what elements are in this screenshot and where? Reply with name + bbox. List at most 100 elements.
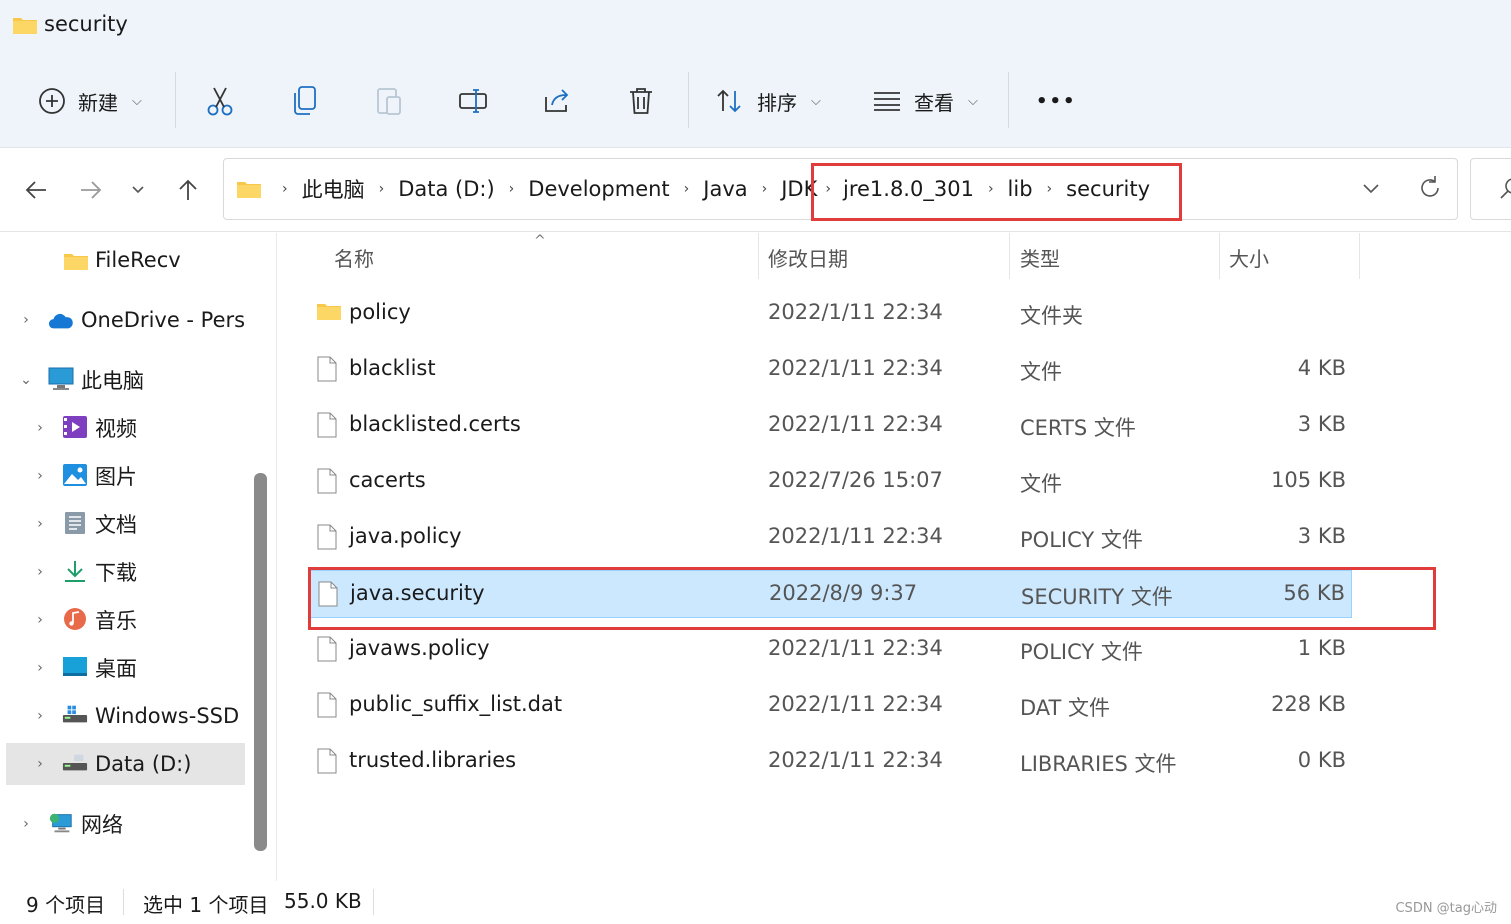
breadcrumb-item[interactable]: jre1.8.0_301 bbox=[843, 177, 974, 201]
list-view-icon bbox=[874, 92, 900, 111]
file-name: javaws.policy bbox=[349, 636, 490, 660]
delete-button[interactable] bbox=[627, 78, 655, 124]
breadcrumb-item[interactable]: JDK bbox=[781, 177, 817, 201]
more-options-button[interactable]: ••• bbox=[1036, 78, 1077, 124]
chevron-right-icon[interactable]: › bbox=[33, 612, 47, 628]
column-header-date[interactable]: 修改日期 bbox=[768, 233, 848, 281]
watermark: CSDN @tag心动 bbox=[1395, 901, 1497, 916]
view-button[interactable]: 查看 ⌵ bbox=[872, 78, 978, 124]
column-header-type[interactable]: 类型 bbox=[1020, 233, 1060, 281]
toolbar-divider bbox=[688, 72, 689, 128]
up-button[interactable] bbox=[170, 172, 206, 208]
table-row[interactable]: blacklisted.certs 2022/1/11 22:34 CERTS … bbox=[310, 402, 1352, 450]
chevron-right-icon[interactable]: › bbox=[988, 181, 994, 197]
chevron-right-icon[interactable]: › bbox=[33, 564, 47, 580]
file-type: 文件 bbox=[1020, 360, 1062, 384]
column-header-size[interactable]: 大小 bbox=[1229, 233, 1269, 281]
column-divider[interactable] bbox=[1009, 233, 1010, 279]
view-button-label: 查看 bbox=[914, 90, 954, 115]
search-input[interactable] bbox=[1470, 158, 1511, 220]
table-row[interactable]: blacklist 2022/1/11 22:34 文件 4 KB bbox=[310, 346, 1352, 394]
table-row[interactable]: policy 2022/1/11 22:34 文件夹 bbox=[310, 290, 1352, 338]
copy-button[interactable] bbox=[291, 78, 319, 124]
column-divider[interactable] bbox=[1359, 233, 1360, 279]
sidebar-item-documents[interactable]: › 文档 bbox=[6, 503, 245, 545]
refresh-button[interactable] bbox=[1417, 173, 1443, 207]
file-type: LIBRARIES 文件 bbox=[1020, 752, 1177, 776]
selection-count: 选中 1 个项目 bbox=[143, 893, 269, 917]
column-divider[interactable] bbox=[758, 233, 759, 279]
breadcrumb-item-current[interactable]: security bbox=[1066, 177, 1150, 201]
new-button[interactable]: 新建 ⌵ bbox=[38, 78, 142, 124]
share-button[interactable] bbox=[542, 78, 572, 124]
recent-locations-button[interactable] bbox=[120, 172, 156, 208]
table-row[interactable]: public_suffix_list.dat 2022/1/11 22:34 D… bbox=[310, 682, 1352, 730]
address-bar[interactable]: › 此电脑 › Data (D:) › Development › Java ›… bbox=[223, 158, 1458, 220]
chevron-right-icon[interactable]: › bbox=[19, 312, 33, 328]
rename-button[interactable] bbox=[458, 78, 488, 124]
sidebar-item-data-d[interactable]: › Data (D:) bbox=[6, 743, 245, 785]
sidebar-item-downloads[interactable]: › 下载 bbox=[6, 551, 245, 593]
table-row-selected[interactable]: java.security 2022/8/9 9:37 SECURITY 文件 … bbox=[310, 570, 1352, 618]
sidebar-item-label: OneDrive - Perso bbox=[81, 308, 245, 332]
chevron-right-icon[interactable]: › bbox=[825, 181, 831, 197]
sidebar-scrollbar[interactable] bbox=[254, 473, 267, 851]
chevron-right-icon[interactable]: › bbox=[33, 708, 47, 724]
sidebar-item-videos[interactable]: › 视频 bbox=[6, 407, 245, 449]
toolbar-divider bbox=[175, 72, 176, 128]
chevron-right-icon[interactable]: › bbox=[33, 756, 47, 772]
file-list: 名称 ^ 修改日期 类型 大小 policy 2022/1/11 22:34 文… bbox=[278, 233, 1511, 881]
sidebar-item-desktop[interactable]: › 桌面 bbox=[6, 647, 245, 689]
table-row[interactable]: javaws.policy 2022/1/11 22:34 POLICY 文件 … bbox=[310, 626, 1352, 674]
sidebar-item-music[interactable]: › 音乐 bbox=[6, 599, 245, 641]
breadcrumb-item[interactable]: Data (D:) bbox=[398, 177, 494, 201]
column-header-label: 类型 bbox=[1020, 246, 1060, 271]
file-icon bbox=[318, 581, 338, 607]
sort-ascending-icon: ^ bbox=[534, 233, 546, 249]
sidebar-item-windows-ssd[interactable]: › Windows-SSD bbox=[6, 695, 245, 737]
back-button[interactable] bbox=[18, 172, 54, 208]
chevron-right-icon[interactable]: › bbox=[33, 516, 47, 532]
file-name: public_suffix_list.dat bbox=[349, 692, 563, 716]
breadcrumb-item[interactable]: 此电脑 bbox=[302, 174, 365, 204]
chevron-right-icon[interactable]: › bbox=[33, 468, 47, 484]
pane-divider[interactable] bbox=[276, 233, 277, 881]
more-icon: ••• bbox=[1036, 90, 1077, 112]
search-icon bbox=[1500, 178, 1511, 199]
chevron-right-icon[interactable]: › bbox=[379, 181, 385, 197]
sidebar-item-onedrive[interactable]: › OneDrive - Perso bbox=[6, 299, 245, 341]
cut-button[interactable] bbox=[206, 78, 234, 124]
sidebar-item-pictures[interactable]: › 图片 bbox=[6, 455, 245, 497]
column-header-name[interactable]: 名称 bbox=[334, 233, 374, 281]
breadcrumb-item[interactable]: Java bbox=[703, 177, 747, 201]
paste-icon bbox=[377, 88, 401, 115]
chevron-down-icon bbox=[1363, 184, 1379, 194]
chevron-right-icon[interactable]: › bbox=[684, 181, 690, 197]
copy-icon bbox=[294, 86, 316, 115]
chevron-right-icon[interactable]: › bbox=[19, 816, 33, 832]
chevron-right-icon[interactable]: › bbox=[762, 181, 768, 197]
sort-button[interactable]: 排序 ⌵ bbox=[715, 78, 821, 124]
paste-button[interactable] bbox=[375, 78, 403, 124]
sort-button-label: 排序 bbox=[757, 90, 797, 115]
file-date: 2022/1/11 22:34 bbox=[768, 300, 943, 324]
cloud-icon bbox=[48, 313, 73, 329]
table-row[interactable]: cacerts 2022/7/26 15:07 文件 105 KB bbox=[310, 458, 1352, 506]
sidebar-item-this-pc[interactable]: ⌄ 此电脑 bbox=[6, 359, 245, 401]
sidebar-item-network[interactable]: › 网络 bbox=[6, 803, 245, 845]
chevron-right-icon[interactable]: › bbox=[33, 420, 47, 436]
chevron-right-icon[interactable]: › bbox=[509, 181, 515, 197]
chevron-down-icon[interactable]: ⌄ bbox=[19, 372, 33, 388]
table-row[interactable]: trusted.libraries 2022/1/11 22:34 LIBRAR… bbox=[310, 738, 1352, 786]
breadcrumb-item[interactable]: Development bbox=[528, 177, 669, 201]
file-name: policy bbox=[349, 300, 411, 324]
address-history-button[interactable] bbox=[1361, 175, 1381, 205]
sidebar-item-filerecv[interactable]: FileRecv bbox=[6, 239, 245, 281]
chevron-right-icon[interactable]: › bbox=[33, 660, 47, 676]
breadcrumb-item[interactable]: lib bbox=[1008, 177, 1033, 201]
scissors-icon bbox=[207, 87, 233, 116]
chevron-right-icon[interactable]: › bbox=[1047, 181, 1053, 197]
forward-button[interactable] bbox=[73, 172, 109, 208]
table-row[interactable]: java.policy 2022/1/11 22:34 POLICY 文件 3 … bbox=[310, 514, 1352, 562]
column-divider[interactable] bbox=[1219, 233, 1220, 279]
